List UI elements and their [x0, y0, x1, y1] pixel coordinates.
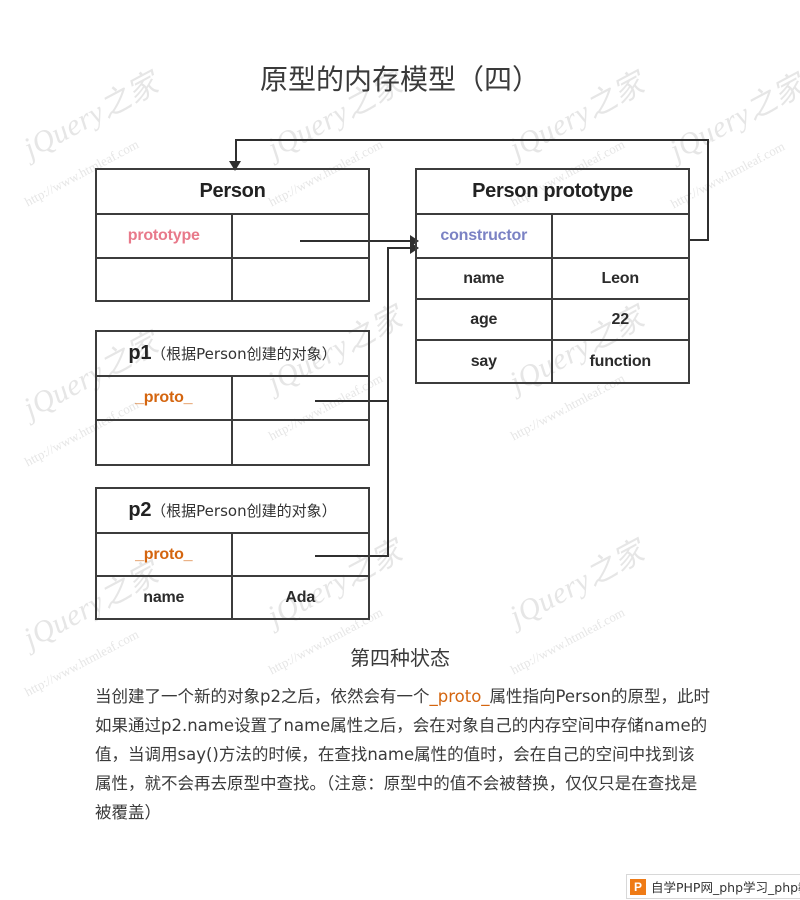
- table-row: name Leon: [417, 259, 688, 300]
- prototype-row-key: name: [417, 259, 553, 298]
- table-row: _proto_: [97, 534, 368, 577]
- table-row: [97, 421, 368, 464]
- person-prototype-header-label: Person prototype: [472, 180, 633, 202]
- p1-header: p1 （根据Person创建的对象）: [97, 332, 368, 377]
- p2-row-value: Ada: [285, 588, 316, 606]
- p1-row-key: [97, 421, 233, 464]
- table-row: name Ada: [97, 577, 368, 618]
- watermark-brand: jQuery之家: [504, 534, 650, 634]
- connector-constructor-up: [707, 139, 709, 241]
- page-title: 原型的内存模型（四）: [259, 63, 540, 96]
- description-paragraph: 当创建了一个新的对象p2之后，依然会有一个_proto_属性指向Person的原…: [95, 682, 711, 827]
- prototype-row-value: [553, 215, 689, 257]
- p1-row-key: _proto_: [97, 377, 233, 419]
- p2-row-key: _proto_: [97, 534, 233, 575]
- footer-badge[interactable]: P 自学PHP网_php学习_php教: [626, 874, 800, 899]
- person-row-key: [97, 259, 233, 300]
- p1-box: p1 （根据Person创建的对象） _proto_: [95, 330, 370, 466]
- connector-proto-vertical: [387, 247, 389, 557]
- php-logo-icon: P: [630, 878, 646, 895]
- footer-badge-label: 自学PHP网_php学习_php教: [651, 880, 800, 895]
- table-row: _proto_: [97, 377, 368, 421]
- person-header: Person: [97, 170, 368, 215]
- p2-box: p2 （根据Person创建的对象） _proto_ name Ada: [95, 487, 370, 620]
- person-row-value: [233, 259, 369, 300]
- prototype-row-key: constructor: [417, 215, 553, 257]
- description-part-2: 属性指向Person的原型，此时如果通过p2.name设置了name属性之后，会…: [95, 687, 710, 822]
- p2-row-value: [233, 534, 369, 575]
- p1-header-sublabel: （根据Person创建的对象）: [151, 345, 337, 363]
- prototype-row-value: 22: [611, 310, 630, 328]
- person-header-label: Person: [199, 180, 266, 202]
- person-box: Person prototype: [95, 168, 370, 302]
- p1-header-label: p1: [128, 342, 152, 364]
- diagram-caption: 第四种状态: [350, 646, 450, 670]
- prototype-row-key: age: [417, 300, 553, 339]
- p2-row-key: name: [97, 577, 233, 618]
- p2-header-sublabel: （根据Person创建的对象）: [151, 502, 337, 520]
- person-prototype-box: Person prototype constructor name Leon a…: [415, 168, 690, 384]
- table-row: prototype: [97, 215, 368, 259]
- p2-header-label: p2: [128, 499, 152, 521]
- description-highlight: _proto_: [429, 687, 490, 706]
- p1-row-value: [233, 421, 369, 464]
- table-row: say function: [417, 341, 688, 382]
- p2-header: p2 （根据Person创建的对象）: [97, 489, 368, 534]
- diagram-page: jQuery之家 http://www.htmleaf.com jQuery之家…: [0, 0, 800, 900]
- table-row: constructor: [417, 215, 688, 259]
- connector-constructor-top: [235, 139, 709, 141]
- person-prototype-header: Person prototype: [417, 170, 688, 215]
- prototype-row-key: say: [417, 341, 553, 382]
- table-row: age 22: [417, 300, 688, 341]
- prototype-row-value: function: [589, 352, 652, 370]
- description-part-1: 当创建了一个新的对象p2之后，依然会有一个: [95, 687, 430, 706]
- p1-row-value: [233, 377, 369, 419]
- person-row-value: [233, 215, 369, 257]
- table-row: [97, 259, 368, 300]
- person-row-key: prototype: [97, 215, 233, 257]
- prototype-row-value: Leon: [601, 269, 640, 287]
